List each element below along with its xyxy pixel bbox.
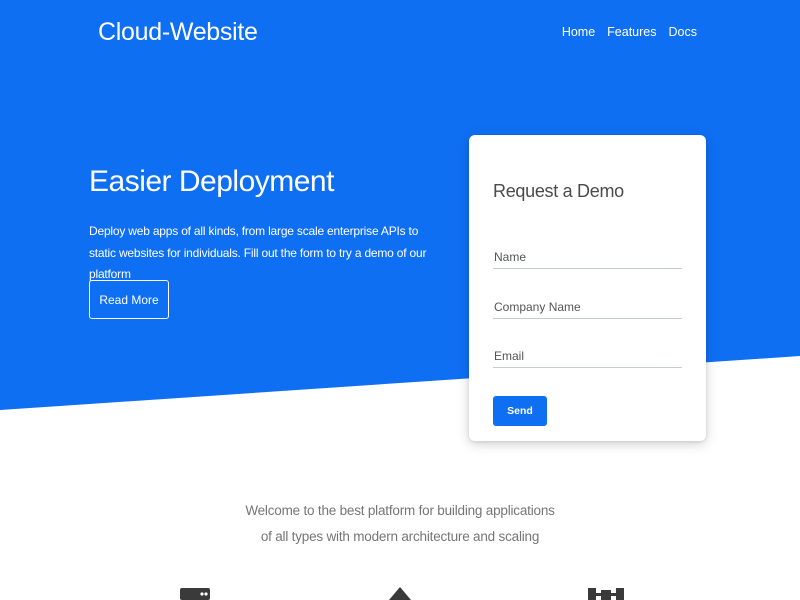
nav-link-docs[interactable]: Docs [669,24,697,40]
form-title: Request a Demo [493,181,624,201]
server-icon [180,588,210,600]
request-demo-form: Request a Demo Send [469,135,706,441]
navbar: Cloud-Website Home Features Docs [0,0,800,64]
nav-links: Home Features Docs [562,24,697,40]
nav-link-home[interactable]: Home [562,24,595,40]
name-field[interactable] [493,247,682,269]
email-field[interactable] [493,346,682,368]
send-button[interactable]: Send [493,396,547,426]
landing-page: Cloud-Website Home Features Docs Easier … [0,0,800,600]
hero-title: Easier Deployment [89,165,334,198]
read-more-button[interactable]: Read More [89,280,169,319]
triangle-icon [389,587,411,600]
nav-link-features[interactable]: Features [607,24,656,40]
company-name-field[interactable] [493,297,682,319]
hero-description: Deploy web apps of all kinds, from large… [89,224,427,281]
network-icon [588,588,624,600]
welcome-text: Welcome to the best platform for buildin… [245,503,555,544]
brand-logo-link[interactable]: Cloud-Website [98,16,258,48]
